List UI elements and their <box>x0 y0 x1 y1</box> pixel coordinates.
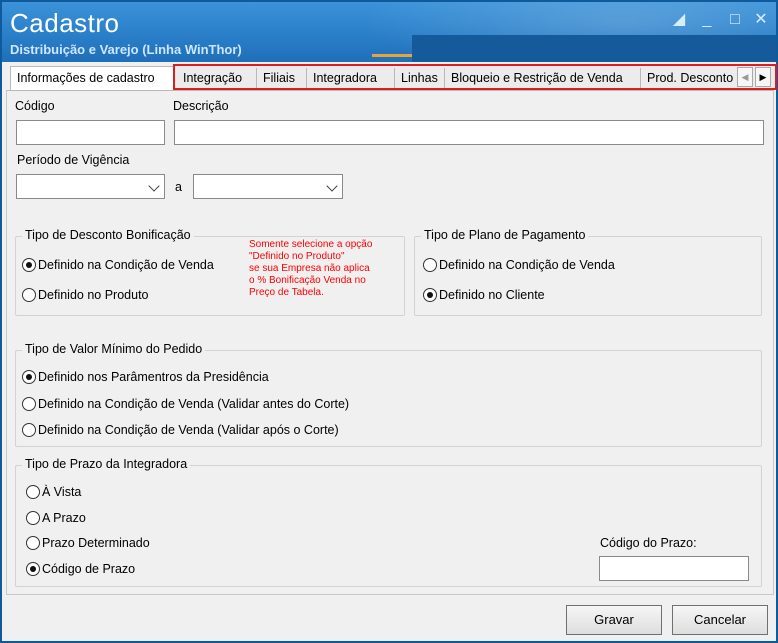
prazo-opt3-label: Prazo Determinado <box>42 536 150 550</box>
plano-pagamento-group: Tipo de Plano de Pagamento Definido na C… <box>414 228 762 316</box>
prazo-opt4-label: Código de Prazo <box>42 562 136 576</box>
minimize-icon[interactable]: _ <box>696 10 718 30</box>
tab-strip: Informações de cadastro Integração Filia… <box>6 64 777 92</box>
valor-minimo-opt2-label: Definido na Condição de Venda (Validar a… <box>38 397 350 411</box>
chevron-down-icon <box>326 180 338 192</box>
radio-unchecked-icon[interactable] <box>22 423 36 437</box>
footer-bar: Gravar Cancelar <box>6 595 774 639</box>
valor-minimo-group: Tipo de Valor Mínimo do Pedido Definido … <box>15 342 762 447</box>
valor-minimo-group-title: Tipo de Valor Mínimo do Pedido <box>22 342 206 356</box>
radio-checked-icon[interactable] <box>423 288 437 302</box>
plano-opt-condicao[interactable]: Definido na Condição de Venda <box>423 258 615 272</box>
desconto-group-title: Tipo de Desconto Bonificação <box>22 228 194 242</box>
prazo-opt-a-prazo[interactable]: A Prazo <box>26 511 86 525</box>
note-line: Somente selecione a opção <box>249 239 373 250</box>
prazo-group-title: Tipo de Prazo da Integradora <box>22 457 191 471</box>
tab-informacoes-cadastro[interactable]: Informações de cadastro <box>10 66 174 92</box>
codigo-prazo-label: Código do Prazo: <box>600 536 697 550</box>
radio-checked-icon[interactable] <box>22 370 36 384</box>
codigo-input[interactable] <box>16 120 165 145</box>
periodo-inicio-select[interactable] <box>16 174 165 199</box>
prazo-integradora-group: Tipo de Prazo da Integradora À Vista A P… <box>15 457 762 587</box>
cancelar-button[interactable]: Cancelar <box>672 605 768 635</box>
radio-unchecked-icon[interactable] <box>22 288 36 302</box>
descricao-label: Descrição <box>173 99 229 113</box>
chevron-down-icon <box>148 180 160 192</box>
radio-unchecked-icon[interactable] <box>22 397 36 411</box>
valor-minimo-opt1-label: Definido nos Parâmentros da Presidência <box>38 370 269 384</box>
title-accent <box>372 54 412 57</box>
radio-unchecked-icon[interactable] <box>26 485 40 499</box>
prazo-opt2-label: A Prazo <box>42 511 86 525</box>
highlighted-tab-group: Integração Filiais Integradora Linhas Bl… <box>173 64 777 90</box>
periodo-separator: a <box>175 180 182 194</box>
desconto-opt-produto[interactable]: Definido no Produto <box>22 288 149 302</box>
prazo-opt-codigo[interactable]: Código de Prazo <box>26 562 135 576</box>
window-title: Cadastro <box>10 8 120 38</box>
gravar-button[interactable]: Gravar <box>566 605 662 635</box>
valor-minimo-opt3-label: Definido na Condição de Venda (Validar a… <box>38 423 339 437</box>
prazo-opt-determinado[interactable]: Prazo Determinado <box>26 536 150 550</box>
descricao-input[interactable] <box>174 120 764 145</box>
desconto-opt-condicao-label: Definido na Condição de Venda <box>38 258 214 272</box>
tab-scroll-left-icon[interactable]: ◀ <box>737 67 753 87</box>
title-stripe <box>412 35 776 62</box>
note-line: se sua Empresa não aplica <box>249 263 370 274</box>
radio-unchecked-icon[interactable] <box>26 536 40 550</box>
tab-integracao[interactable]: Integração <box>177 68 257 88</box>
tab-linhas[interactable]: Linhas <box>395 68 445 88</box>
radio-unchecked-icon[interactable] <box>423 258 437 272</box>
plano-opt-cliente[interactable]: Definido no Cliente <box>423 288 545 302</box>
periodo-fim-select[interactable] <box>193 174 343 199</box>
tab-integradora[interactable]: Integradora <box>307 68 395 88</box>
radio-checked-icon[interactable] <box>26 562 40 576</box>
restore-layout-icon[interactable]: ◢ <box>668 10 690 30</box>
codigo-prazo-input[interactable] <box>599 556 749 581</box>
plano-opt-cliente-label: Definido no Cliente <box>439 288 545 302</box>
tab-content-panel: Código Descrição Período de Vigência a T… <box>6 90 774 595</box>
desconto-warning-note: Somente selecione a opção "Definido no P… <box>249 239 409 299</box>
valor-minimo-opt-presidencia[interactable]: Definido nos Parâmentros da Presidência <box>22 370 269 384</box>
cadastro-window: Cadastro Distribuição e Varejo (Linha Wi… <box>0 0 778 643</box>
title-bar: Cadastro Distribuição e Varejo (Linha Wi… <box>2 2 776 62</box>
prazo-opt-a-vista[interactable]: À Vista <box>26 485 81 499</box>
close-icon[interactable]: ✕ <box>750 10 772 30</box>
tab-scroll-right-icon[interactable]: ▶ <box>755 67 771 87</box>
note-line: "Definido no Produto" <box>249 251 345 262</box>
tab-bloqueio-restricao[interactable]: Bloqueio e Restrição de Venda <box>445 68 641 88</box>
tab-filiais[interactable]: Filiais <box>257 68 307 88</box>
prazo-opt1-label: À Vista <box>42 485 82 499</box>
radio-checked-icon[interactable] <box>22 258 36 272</box>
maximize-icon[interactable]: □ <box>724 10 746 30</box>
note-line: o % Bonificação Venda no <box>249 275 366 286</box>
desconto-opt-condicao[interactable]: Definido na Condição de Venda <box>22 258 214 272</box>
desconto-opt-produto-label: Definido no Produto <box>38 288 149 302</box>
plano-group-title: Tipo de Plano de Pagamento <box>421 228 589 242</box>
periodo-vigencia-label: Período de Vigência <box>17 153 130 167</box>
radio-unchecked-icon[interactable] <box>26 511 40 525</box>
window-subtitle: Distribuição e Varejo (Linha WinThor) <box>10 42 242 57</box>
valor-minimo-opt-apos-corte[interactable]: Definido na Condição de Venda (Validar a… <box>22 423 339 437</box>
tab-prod-desconto[interactable]: Prod. Desconto <box>641 68 737 88</box>
note-line: Preço de Tabela. <box>249 287 324 298</box>
valor-minimo-opt-antes-corte[interactable]: Definido na Condição de Venda (Validar a… <box>22 397 349 411</box>
codigo-label: Código <box>15 99 55 113</box>
plano-opt-condicao-label: Definido na Condição de Venda <box>439 258 615 272</box>
